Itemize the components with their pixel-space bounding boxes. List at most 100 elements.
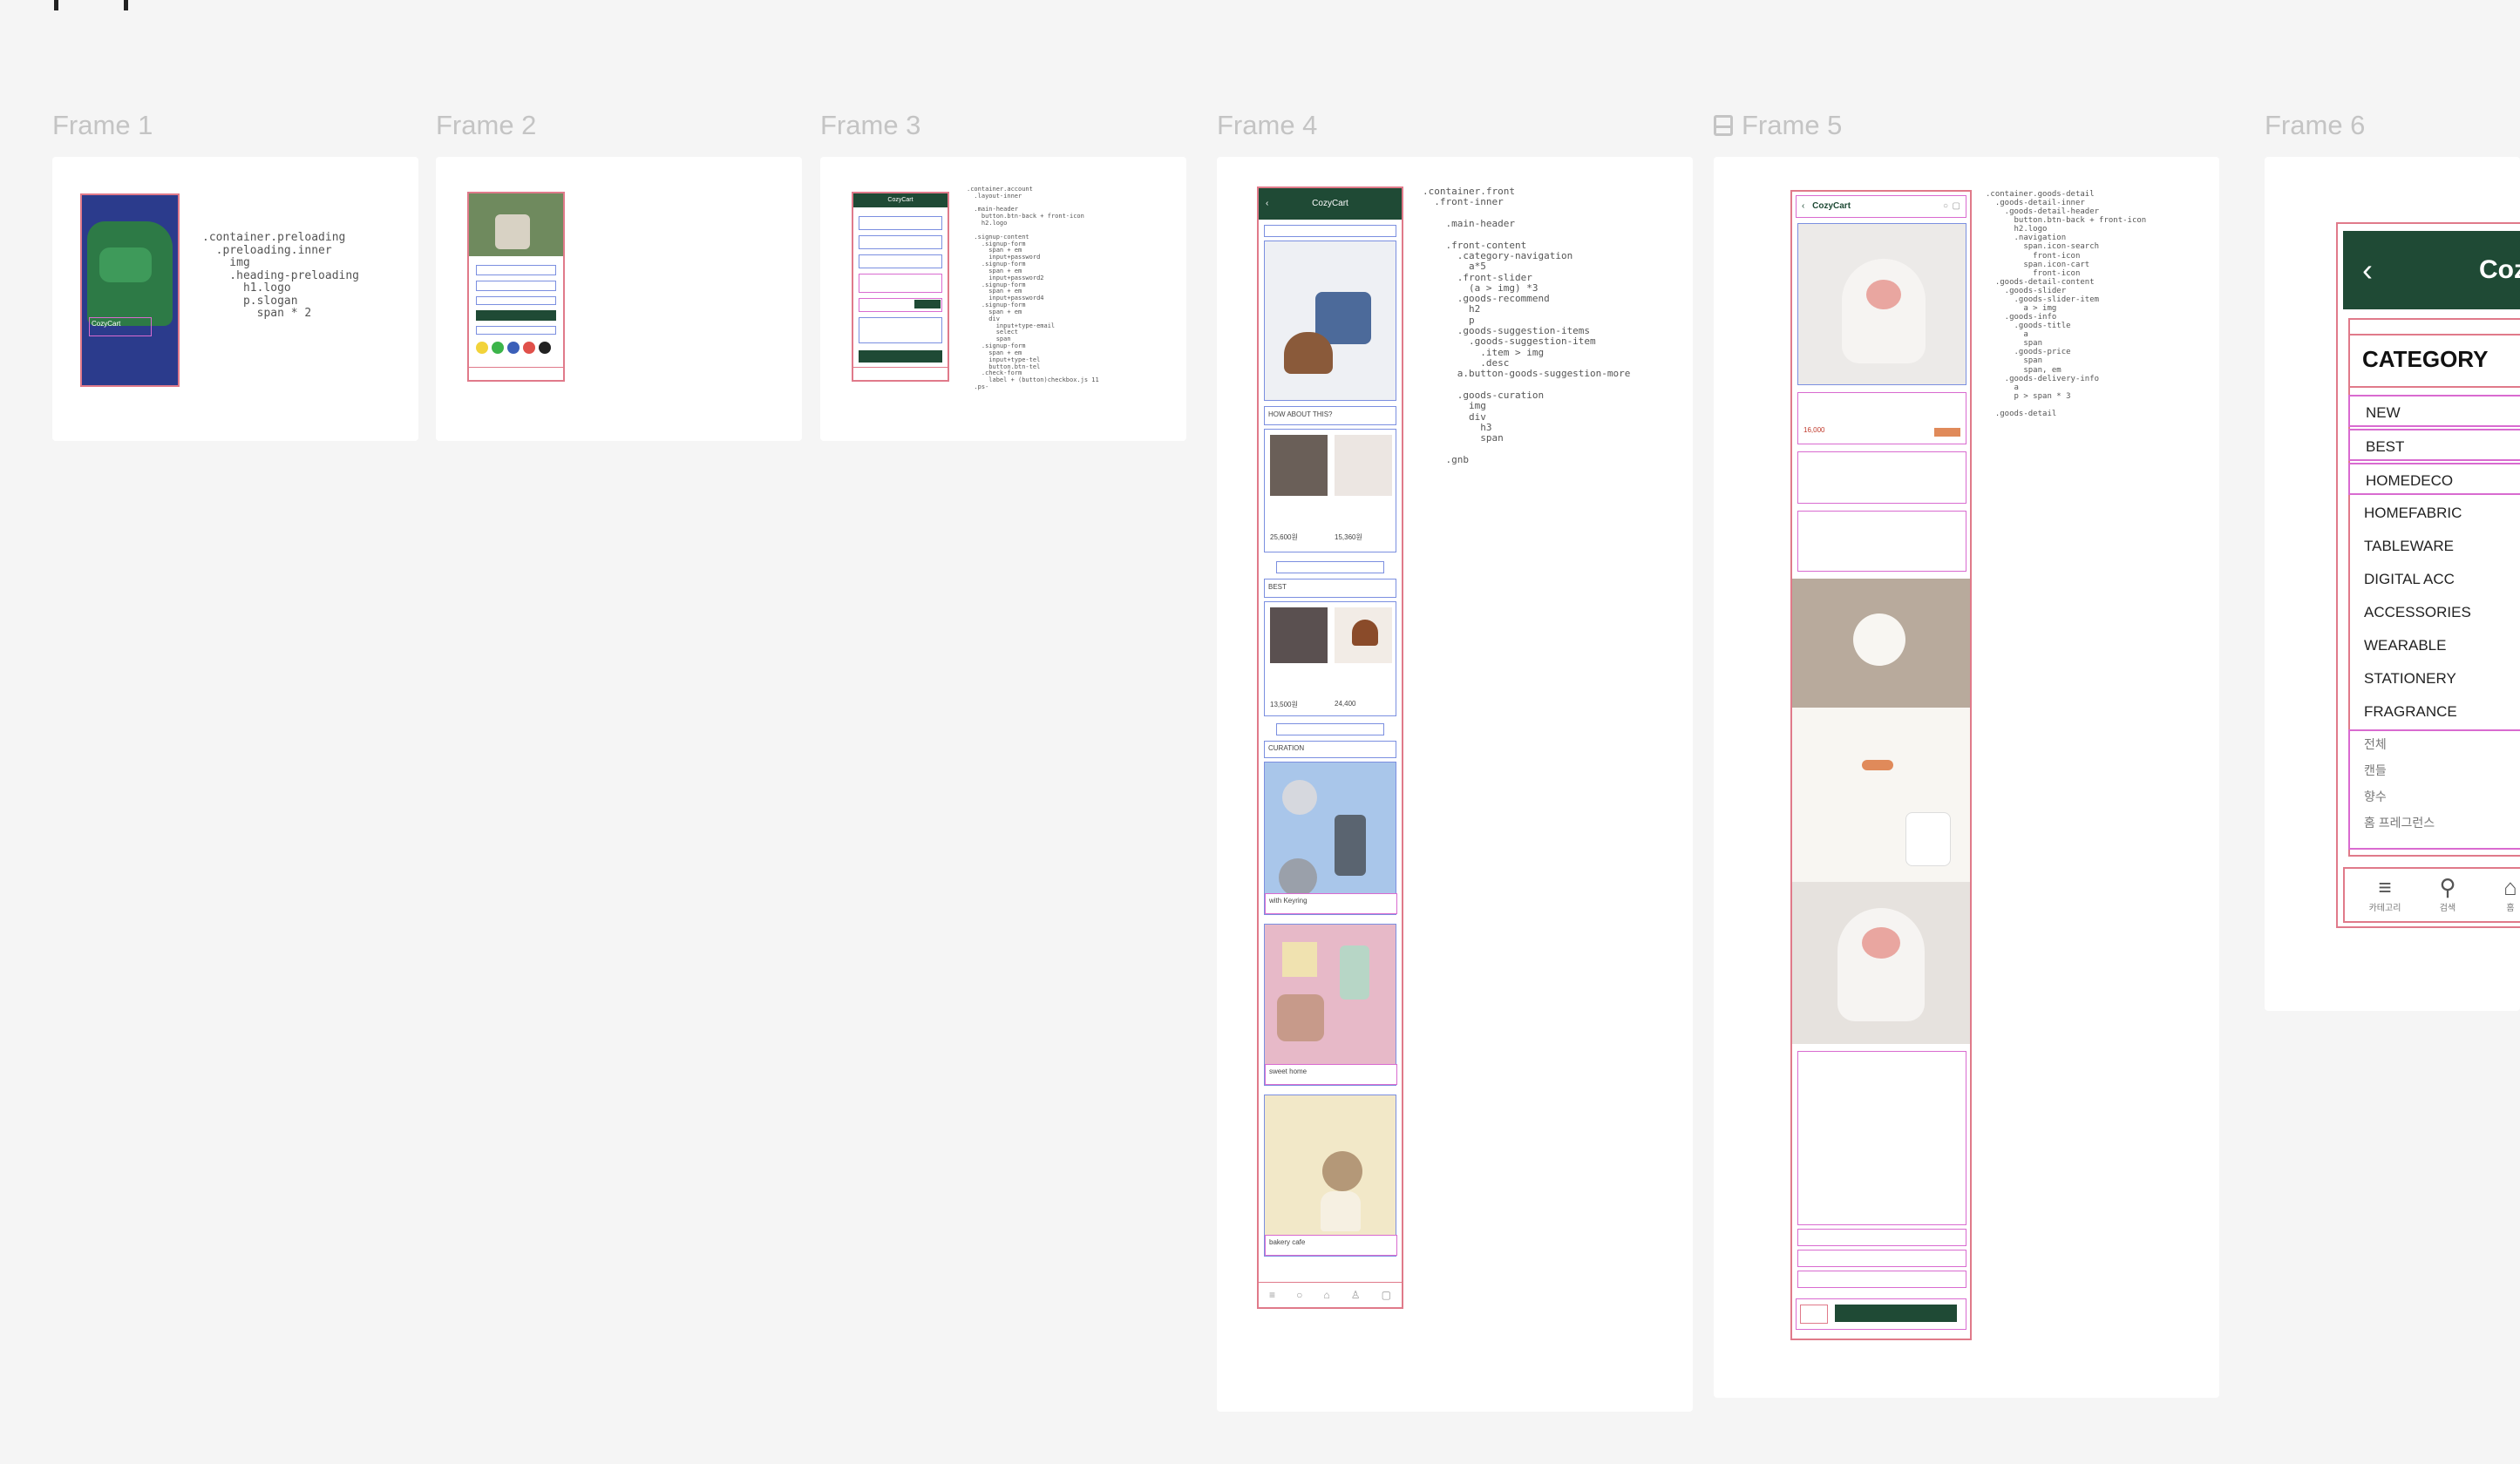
category-item-accessories[interactable]: ACCESSORIES [2348, 596, 2520, 628]
frame-3-card[interactable]: CozyCart .container.account .layout-inne… [820, 157, 1186, 441]
subcategory-label: 홈 프레그런스 [2364, 816, 2435, 830]
frame-label-6[interactable]: Frame 6 [2265, 110, 2365, 141]
frame-label-3[interactable]: Frame 3 [820, 110, 920, 141]
goods-slider[interactable] [1797, 223, 1966, 385]
frame-5-card[interactable]: ‹ CozyCart ○ ▢ 16,000 .container.goods-d… [1714, 157, 2219, 1398]
goods-suggestion-items[interactable]: 25,600원 15,360원 [1264, 429, 1396, 552]
category-item-best[interactable]: BEST [2348, 429, 2520, 461]
back-icon[interactable]: ‹ [2362, 252, 2373, 288]
agree-checkbox-group[interactable] [859, 317, 942, 343]
curation-image [1321, 1191, 1361, 1231]
front-slider[interactable] [1264, 241, 1396, 401]
buy-button[interactable] [1835, 1305, 1957, 1322]
goods-image [1270, 435, 1328, 496]
google-icon[interactable] [523, 342, 535, 354]
preloading-screen[interactable]: CozyCart [80, 193, 180, 387]
login-link-row[interactable] [476, 326, 556, 335]
subcategory-item[interactable]: 전체 [2348, 731, 2520, 757]
login-password-field[interactable] [476, 281, 556, 291]
cart-icon[interactable]: ▢ [1953, 196, 1960, 217]
category-title: CATEGORY [2348, 334, 2520, 388]
signup-screen[interactable]: CozyCart [852, 192, 949, 382]
back-icon[interactable]: ‹ [1266, 188, 1268, 220]
more-button[interactable] [1276, 723, 1384, 735]
wishlist-button[interactable] [1800, 1305, 1828, 1324]
nav-label: 카테고리 [2368, 904, 2401, 913]
frame-4-card[interactable]: ‹ CozyCart HOW ABOUT THIS? 25,600원 15,36… [1217, 157, 1693, 1412]
social-login-row[interactable] [476, 342, 556, 357]
tel-button[interactable] [914, 300, 941, 308]
category-item-new[interactable]: NEW [2348, 395, 2520, 427]
category-navigation[interactable] [1264, 225, 1396, 237]
curation-card[interactable]: sweet home [1264, 924, 1397, 1086]
signup-submit-button[interactable] [859, 350, 942, 363]
frame-label-4[interactable]: Frame 4 [1217, 110, 1317, 141]
subcategory-item[interactable]: 캔들 [2348, 757, 2520, 783]
signup-field[interactable] [859, 254, 942, 268]
apple-icon[interactable] [539, 342, 551, 354]
frame-label-text: Frame 2 [436, 110, 537, 140]
purchase-bar[interactable] [1796, 1298, 1966, 1330]
bottom-nav[interactable]: ≡ ○ ⌂ ♙ ▢ [1259, 1282, 1402, 1307]
frame-label-text: Frame 5 [1742, 110, 1843, 140]
category-item-stationery[interactable]: STATIONERY [2348, 662, 2520, 695]
more-button[interactable] [1276, 561, 1384, 573]
curation-card[interactable]: with Keyring [1264, 762, 1397, 915]
login-option-row[interactable] [476, 296, 556, 305]
goods-detail-screen[interactable]: ‹ CozyCart ○ ▢ 16,000 [1790, 190, 1972, 1340]
facebook-icon[interactable] [507, 342, 520, 354]
home-header: ‹ CozyCart [1259, 188, 1402, 220]
category-screen[interactable]: ‹ Cozy CATEGORY NEW BEST HOMEDECO HOMEFA… [2336, 222, 2520, 928]
cart-icon[interactable]: ▢ [1382, 1289, 1391, 1301]
detail-photo [1792, 579, 1970, 708]
login-id-field[interactable] [476, 265, 556, 275]
category-item-homefabric[interactable]: HOMEFABRIC [2348, 497, 2520, 529]
naver-icon[interactable] [492, 342, 504, 354]
accordion-item[interactable] [1797, 1229, 1966, 1246]
signup-field[interactable] [859, 235, 942, 249]
back-icon[interactable]: ‹ [1802, 201, 1804, 211]
home-screen[interactable]: ‹ CozyCart HOW ABOUT THIS? 25,600원 15,36… [1257, 186, 1403, 1309]
nav-search[interactable]: ⚲ 검색 [2422, 874, 2474, 913]
frame-label-1[interactable]: Frame 1 [52, 110, 153, 141]
frame-label-2[interactable]: Frame 2 [436, 110, 536, 141]
nav-category[interactable]: ≡ 카테고리 [2359, 874, 2411, 913]
login-button[interactable] [476, 310, 556, 321]
nav-home[interactable]: ⌂ 홈 [2484, 874, 2520, 913]
bottom-nav[interactable]: ≡ 카테고리 ⚲ 검색 ⌂ 홈 [2343, 867, 2520, 923]
home-icon[interactable]: ⌂ [1323, 1289, 1329, 1301]
section-title: HOW ABOUT THIS? [1264, 406, 1396, 425]
category-item-wearable[interactable]: WEARABLE [2348, 629, 2520, 661]
review-section[interactable] [1797, 1051, 1966, 1225]
category-item-label: ACCESSORIES [2364, 604, 2471, 620]
goods-price-text: 25,600원 [1270, 533, 1298, 541]
frame-label-5[interactable]: Frame 5 [1714, 110, 1842, 141]
frame-2-card[interactable] [436, 157, 802, 441]
accordion-item[interactable] [1797, 1271, 1966, 1288]
category-item-homedeco[interactable]: HOMEDECO [2348, 463, 2520, 495]
category-item-label: NEW [2366, 404, 2401, 421]
category-item-tableware[interactable]: TABLEWARE [2348, 530, 2520, 562]
search-icon[interactable]: ○ [1296, 1289, 1302, 1301]
subcategory-item[interactable]: 향수 [2348, 783, 2520, 810]
curation-image [1322, 1151, 1362, 1191]
login-screen[interactable] [467, 192, 565, 382]
signup-field[interactable] [859, 216, 942, 230]
category-item-digital-acc[interactable]: DIGITAL ACC [2348, 563, 2520, 595]
frame-1-card[interactable]: CozyCart .container.preloading .preloadi… [52, 157, 418, 441]
category-item-fragrance[interactable]: FRAGRANCE [2348, 695, 2520, 728]
kakao-icon[interactable] [476, 342, 488, 354]
subcategory-item[interactable]: 홈 프레그런스 [2348, 810, 2520, 836]
best-items[interactable]: 13,500원 24,400 [1264, 601, 1396, 716]
signup-field[interactable] [859, 274, 942, 293]
menu-icon[interactable]: ≡ [1269, 1289, 1275, 1301]
user-icon[interactable]: ♙ [1351, 1289, 1361, 1301]
curation-card[interactable]: bakery cafe [1264, 1095, 1397, 1257]
goods-info: 16,000 [1797, 392, 1966, 444]
search-icon[interactable]: ○ [1943, 196, 1948, 217]
goods-price-text: 24,400 [1335, 700, 1356, 708]
header-logo: CozyCart [1312, 199, 1348, 208]
category-item-label: HOMEDECO [2366, 472, 2454, 489]
goods-image [1270, 607, 1328, 663]
accordion-item[interactable] [1797, 1250, 1966, 1267]
